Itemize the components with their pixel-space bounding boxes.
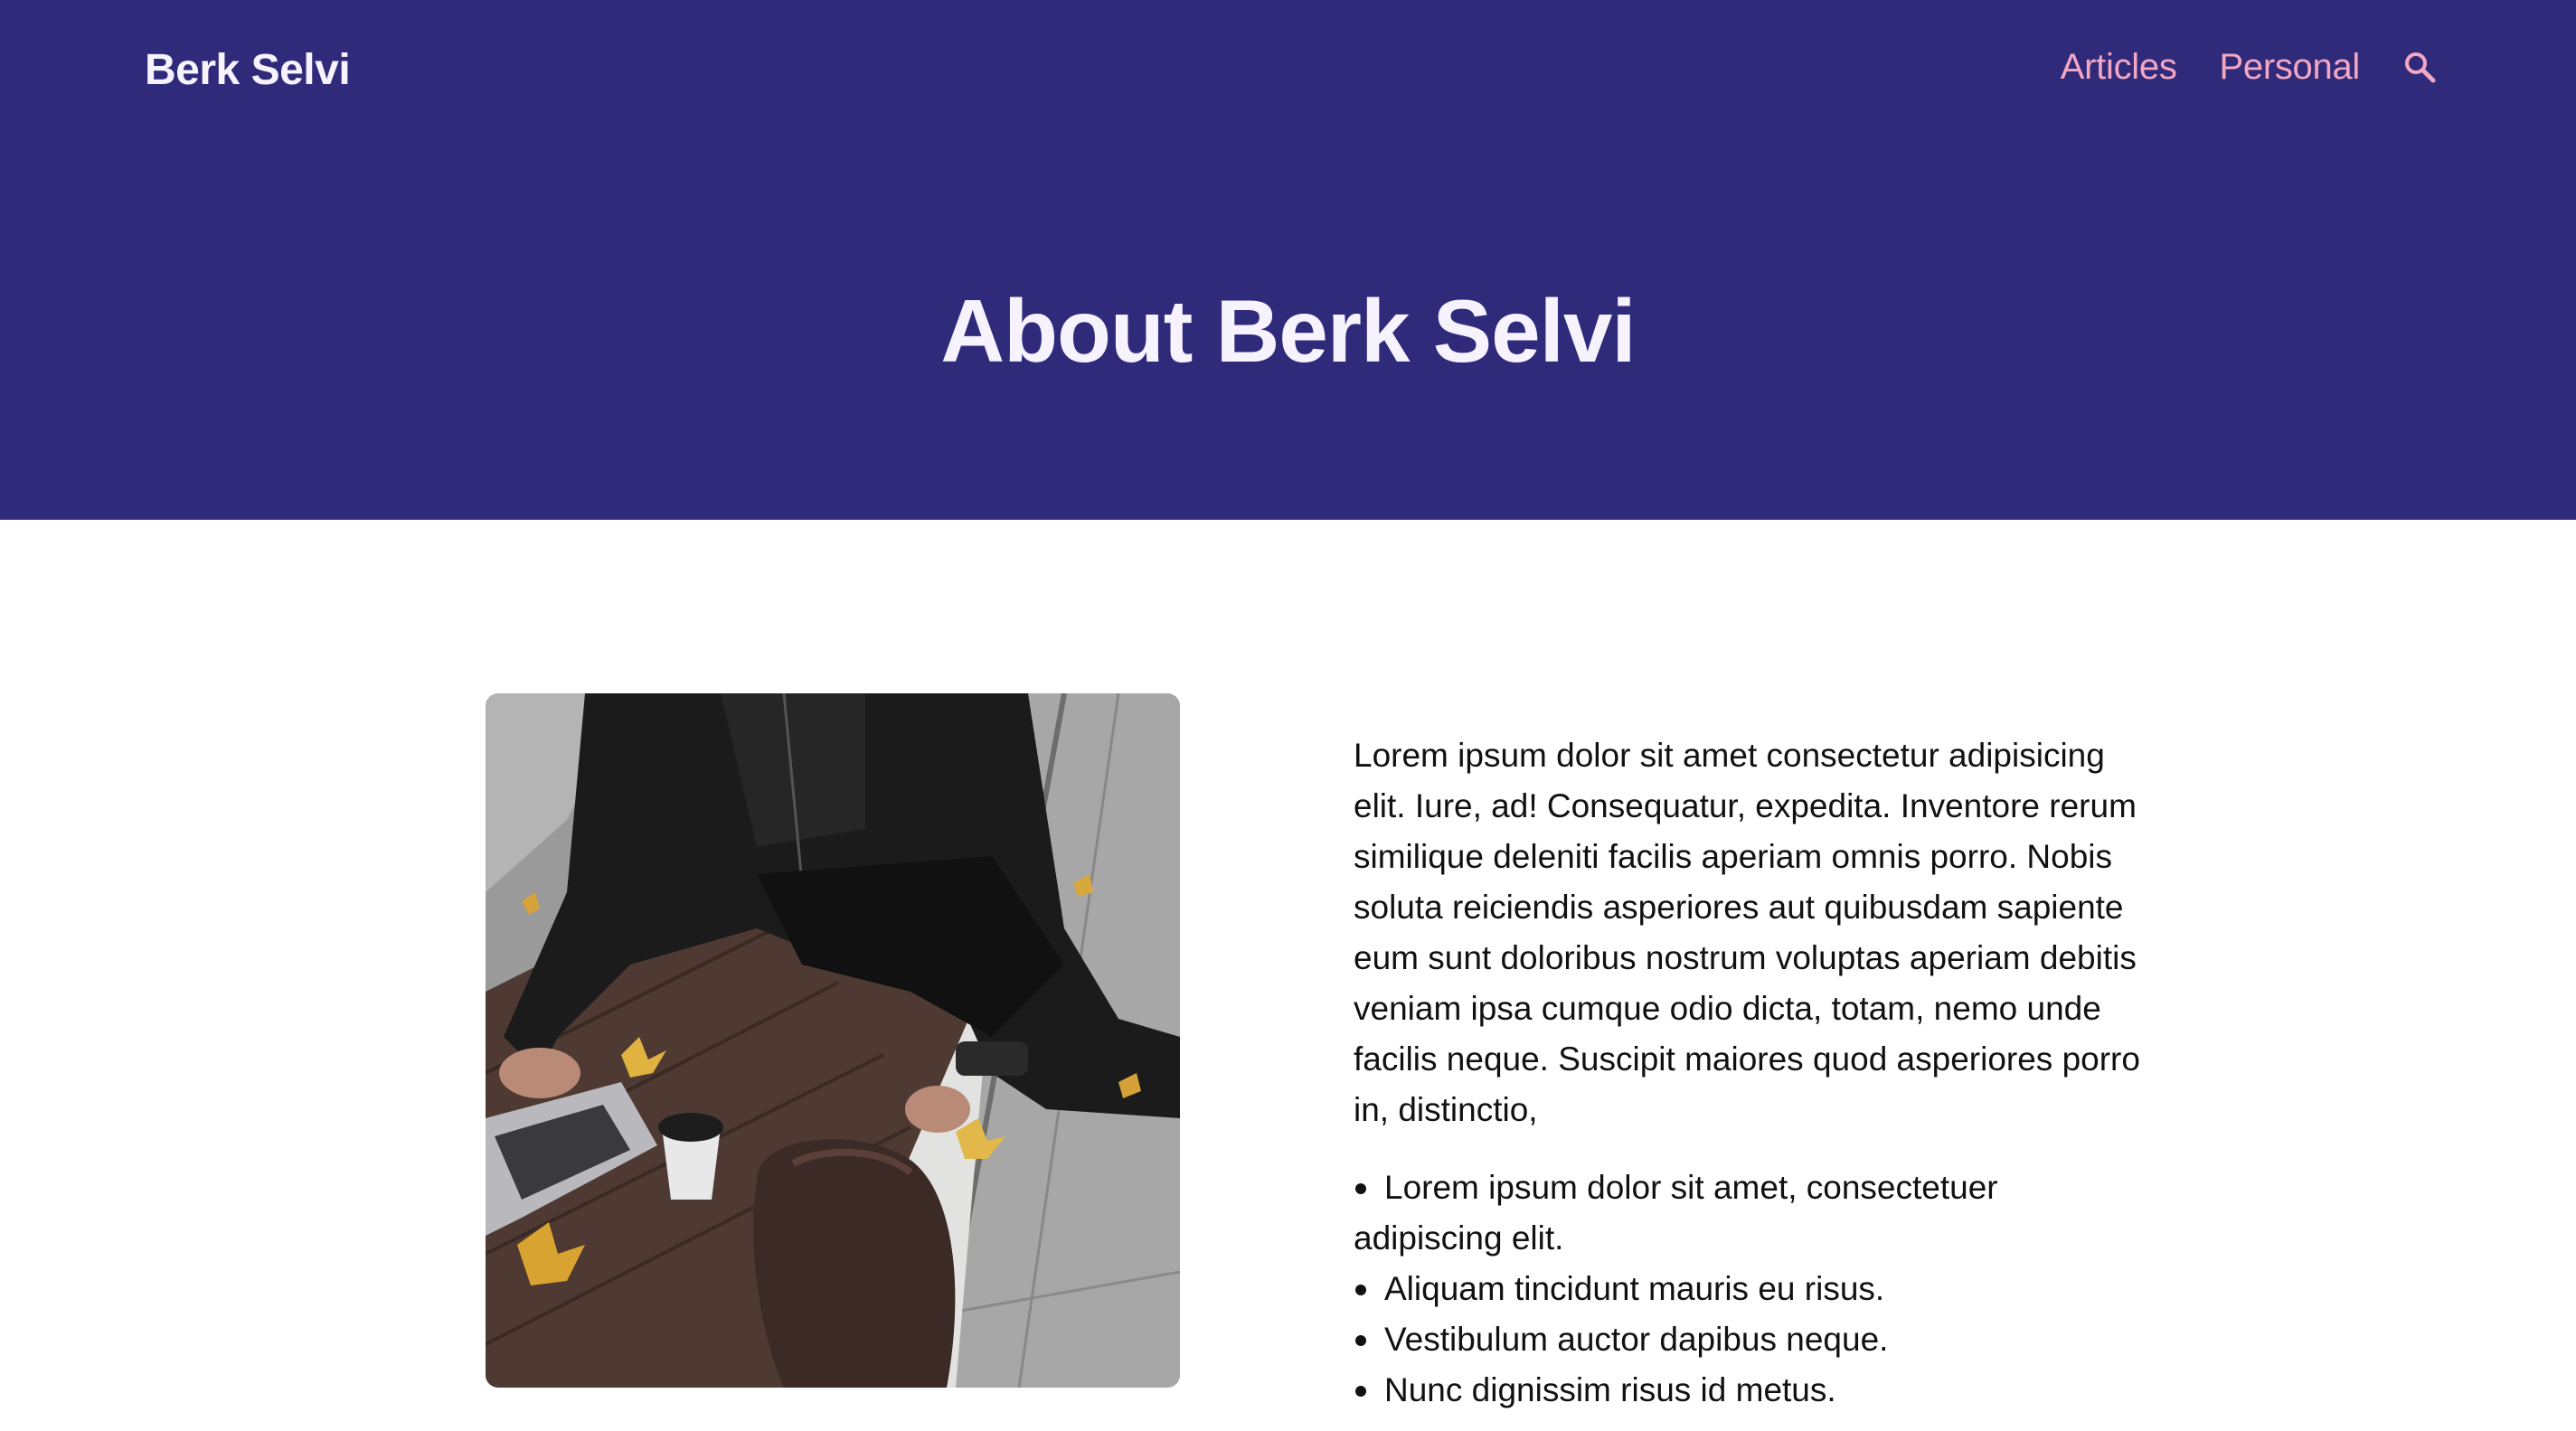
nav-link-personal[interactable]: Personal: [2220, 47, 2361, 88]
site-header: Berk Selvi Articles Personal About Berk …: [0, 0, 2576, 520]
list-item: Aliquam tincidunt mauris eu risus.: [1354, 1264, 2140, 1314]
about-paragraph: Lorem ipsum dolor sit amet consectetur a…: [1354, 737, 2140, 1128]
main-nav: Articles Personal: [2061, 47, 2439, 88]
list-item: Nunc dignissim risus id metus.: [1354, 1365, 2140, 1416]
list-item: Vestibulum auctor dapibus neque.: [1354, 1314, 2140, 1365]
profile-photo-image: [486, 693, 1180, 1388]
page-title: About Berk Selvi: [940, 281, 1636, 381]
about-content: Lorem ipsum dolor sit amet consectetur a…: [1354, 730, 2140, 1416]
profile-photo: [486, 693, 1180, 1388]
nav-link-articles[interactable]: Articles: [2061, 47, 2177, 88]
list-item: Lorem ipsum dolor sit amet, consectetuer…: [1354, 1163, 2140, 1264]
about-list: Lorem ipsum dolor sit amet, consectetuer…: [1354, 1163, 2140, 1416]
search-button[interactable]: [2402, 50, 2439, 86]
search-icon: [2405, 52, 2436, 82]
brand-logo-link[interactable]: Berk Selvi: [145, 45, 351, 95]
